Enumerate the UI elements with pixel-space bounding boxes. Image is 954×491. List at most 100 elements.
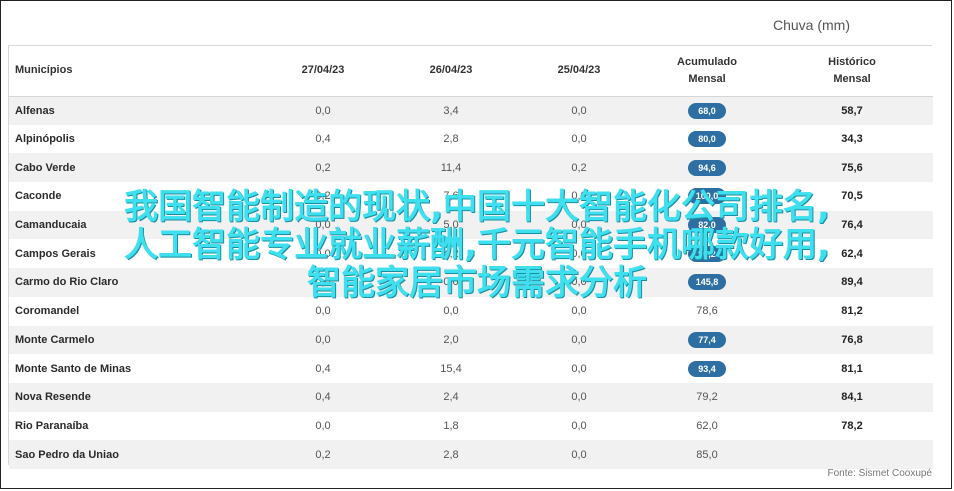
acumulado-badge: 77,4 (688, 331, 726, 348)
cell-acumulado: 94,6 (643, 153, 771, 182)
cell-date-1: 0,4 (315, 391, 331, 404)
acumulado-badge: 80,0 (688, 131, 726, 148)
rainfall-table-grid: Municípios 27/04/23 26/04/23 25/04/23 Ac… (9, 46, 933, 469)
cell-acumulado: 77,4 (643, 326, 771, 355)
cell-date-3: 0,0 (571, 247, 587, 260)
cell-acumulado: 100,0 (643, 182, 771, 211)
cell-date-2: 0,0 (443, 305, 459, 318)
cell-historico: 76,8 (841, 333, 863, 346)
cell-date-3: 0,0 (571, 391, 587, 404)
cell-date-3: 0,0 (571, 448, 587, 461)
cell-municipio: Coromandel (15, 305, 80, 318)
cell-date-1: 0,2 (315, 448, 331, 461)
cell-date-2: 15,4 (440, 362, 462, 375)
cell-acumulado: 68,0 (643, 96, 771, 125)
cell-date-3: 0,0 (571, 305, 587, 318)
cell-municipio: Rio Paranaíba (15, 419, 89, 432)
cell-date-3: 0,0 (571, 133, 587, 146)
chart-caption: Chuva (mm) (772, 17, 850, 33)
cell-date-1: 0,0 (315, 305, 331, 318)
cell-municipio: Monte Carmelo (15, 333, 95, 346)
cell-date-3: 0,0 (571, 104, 587, 117)
header-date-2: 26/04/23 (387, 46, 515, 97)
cell-acumulado: 80,0 (643, 125, 771, 154)
cell-municipio: Caconde (15, 190, 62, 203)
cell-date-2: 1,8 (443, 419, 459, 432)
cell-historico: 89,4 (841, 276, 863, 289)
cell-acumulado: 62,0 (643, 412, 771, 441)
table-body: Alfenas 0,0 3,4 0,0 68,0 58,7 Alpinópolis 0,4 2,… (9, 96, 933, 469)
cell-historico (771, 440, 933, 469)
cell-acumulado: 82,0 (643, 211, 771, 240)
cell-municipio: Sao Pedro da Uniao (15, 448, 119, 461)
header-date-1: 27/04/23 (259, 46, 387, 97)
cell-date-1: 0,0 (315, 104, 331, 117)
table-row: Monte Santo de Minas 0,4 15,4 0,0 93,4 81,1 (9, 354, 933, 383)
cell-date-2: 0,0 (443, 276, 459, 289)
cell-date-1: 0,0 (315, 276, 331, 289)
cell-date-1: 0,2 (315, 190, 331, 203)
cell-municipio: Carmo do Rio Claro (15, 276, 119, 289)
cell-date-2: 2,8 (443, 448, 459, 461)
cell-municipio: Alpinópolis (15, 133, 75, 146)
acumulado-badge: 145,8 (688, 274, 726, 291)
cell-date-1: 0,2 (315, 161, 331, 174)
cell-historico: 81,2 (841, 305, 863, 318)
cell-date-3: 0,0 (571, 333, 587, 346)
cell-date-3: 0,0 (571, 419, 587, 432)
cell-historico: 58,7 (841, 104, 863, 117)
table-row: Caconde 0,2 7,6 0,0 100,0 70,5 (9, 182, 933, 211)
cell-date-3: 0,0 (571, 219, 587, 232)
table-row: Carmo do Rio Claro 0,0 0,0 0,0 145,8 89,4 (9, 268, 933, 297)
cell-historico: 34,3 (841, 133, 863, 146)
acumulado-badge: 68,0 (688, 102, 726, 119)
cell-municipio: Monte Santo de Minas (15, 362, 132, 375)
cell-acumulado: 90,2 (643, 239, 771, 268)
cell-date-1: 0,4 (315, 133, 331, 146)
table-row: Cabo Verde 0,2 11,4 0,2 94,6 75,6 (9, 153, 933, 183)
acumulado-badge: 90,2 (688, 245, 726, 262)
header-acumulado-line2: Mensal (688, 72, 726, 85)
acumulado-value: 79,2 (696, 391, 718, 404)
header-acumulado-line1: Acumulado (677, 55, 737, 68)
header-historico-line1: Histórico (828, 55, 876, 68)
cell-date-3: 0,0 (571, 190, 587, 203)
cell-acumulado: 93,4 (643, 354, 771, 383)
cell-historico: 76,4 (841, 219, 863, 232)
table-row: Camanducaia 0,0 5,0 0,0 82,0 76,4 (9, 210, 933, 240)
table-row: Coromandel 0,0 0,0 0,0 78,6 81,2 (9, 296, 933, 326)
header-acumulado: Acumulado Mensal (643, 46, 771, 97)
cell-historico: 78,2 (841, 419, 863, 432)
cell-historico: 81,1 (841, 362, 863, 375)
cell-date-2: 2,0 (443, 333, 459, 346)
header-date-3: 25/04/23 (515, 46, 643, 97)
table-row: Nova Resende 0,4 2,4 0,0 79,2 84,1 (9, 382, 933, 412)
table-row: Alpinópolis 0,4 2,8 0,0 80,0 34,3 (9, 124, 933, 154)
acumulado-value: 62,0 (696, 419, 718, 432)
cell-municipio: Alfenas (15, 104, 55, 117)
source-note: Fonte: Sismet Cooxupé (827, 468, 933, 479)
header-historico: Histórico Mensal (771, 46, 933, 97)
cell-date-2: 2,8 (443, 133, 459, 146)
acumulado-value: 85,0 (696, 448, 718, 461)
cell-acumulado: 79,2 (643, 383, 771, 412)
rainfall-table: Municípios 27/04/23 26/04/23 25/04/23 Ac… (8, 45, 933, 469)
cell-acumulado: 145,8 (643, 268, 771, 297)
header-municipios: Municípios (9, 46, 259, 97)
cell-municipio: Nova Resende (15, 391, 91, 404)
table-row: Monte Carmelo 0,0 2,0 0,0 77,4 76,8 (9, 325, 933, 355)
cell-acumulado: 78,6 (643, 297, 771, 326)
acumulado-badge: 94,6 (688, 159, 726, 176)
table-header-row: Municípios 27/04/23 26/04/23 25/04/23 Ac… (9, 46, 933, 97)
cell-date-2: 7,6 (443, 190, 459, 203)
cell-historico: 62,4 (841, 247, 863, 260)
cell-date-2: 3,4 (443, 104, 459, 117)
cell-date-3: 0,0 (571, 276, 587, 289)
table-row: Campos Gerais 0,0 4,2 0,0 90,2 62,4 (9, 239, 933, 269)
cell-date-3: 0,0 (571, 362, 587, 375)
cell-date-3: 0,2 (571, 161, 587, 174)
table-row: Rio Paranaíba 0,0 1,8 0,0 62,0 78,2 (9, 411, 933, 441)
cell-date-2: 4,2 (443, 247, 459, 260)
cell-date-1: 0,0 (315, 247, 331, 260)
cell-date-1: 0,0 (315, 219, 331, 232)
